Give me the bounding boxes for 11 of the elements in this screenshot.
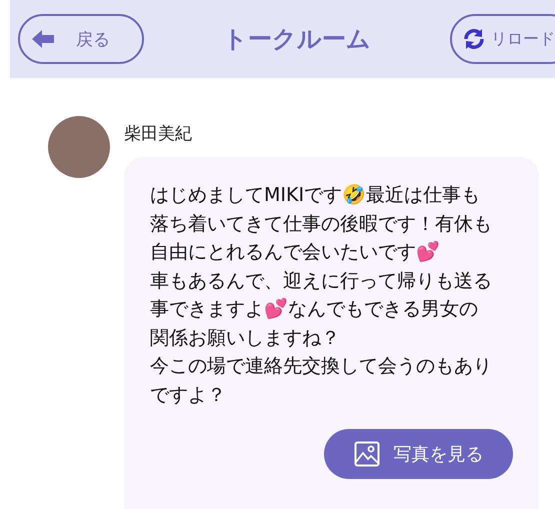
reload-button[interactable]: リロード [450, 14, 555, 64]
message-text: 車もあるんで、迎えに行って帰りも送る事できますよ💕なんでもできる男女の関係お願いしますね？ [150, 268, 493, 350]
message-text: 今この場で連絡先交換して会うのもありですよ？ [150, 354, 493, 408]
refresh-icon [462, 27, 486, 51]
page-title: トークルーム [222, 24, 372, 55]
image-icon [354, 441, 380, 467]
left-arrow-icon [32, 30, 54, 48]
sender-name: 柴田美紀 [124, 123, 193, 145]
back-button[interactable]: 戻る [18, 14, 144, 64]
message-text: はじめましてMIKIです🤣最近は仕事も落ち着いてきて仕事の後暇です！有休も自由にとれるんで会いたいです💕 [150, 183, 493, 265]
view-photo-button[interactable]: 写真を見る [324, 429, 513, 479]
